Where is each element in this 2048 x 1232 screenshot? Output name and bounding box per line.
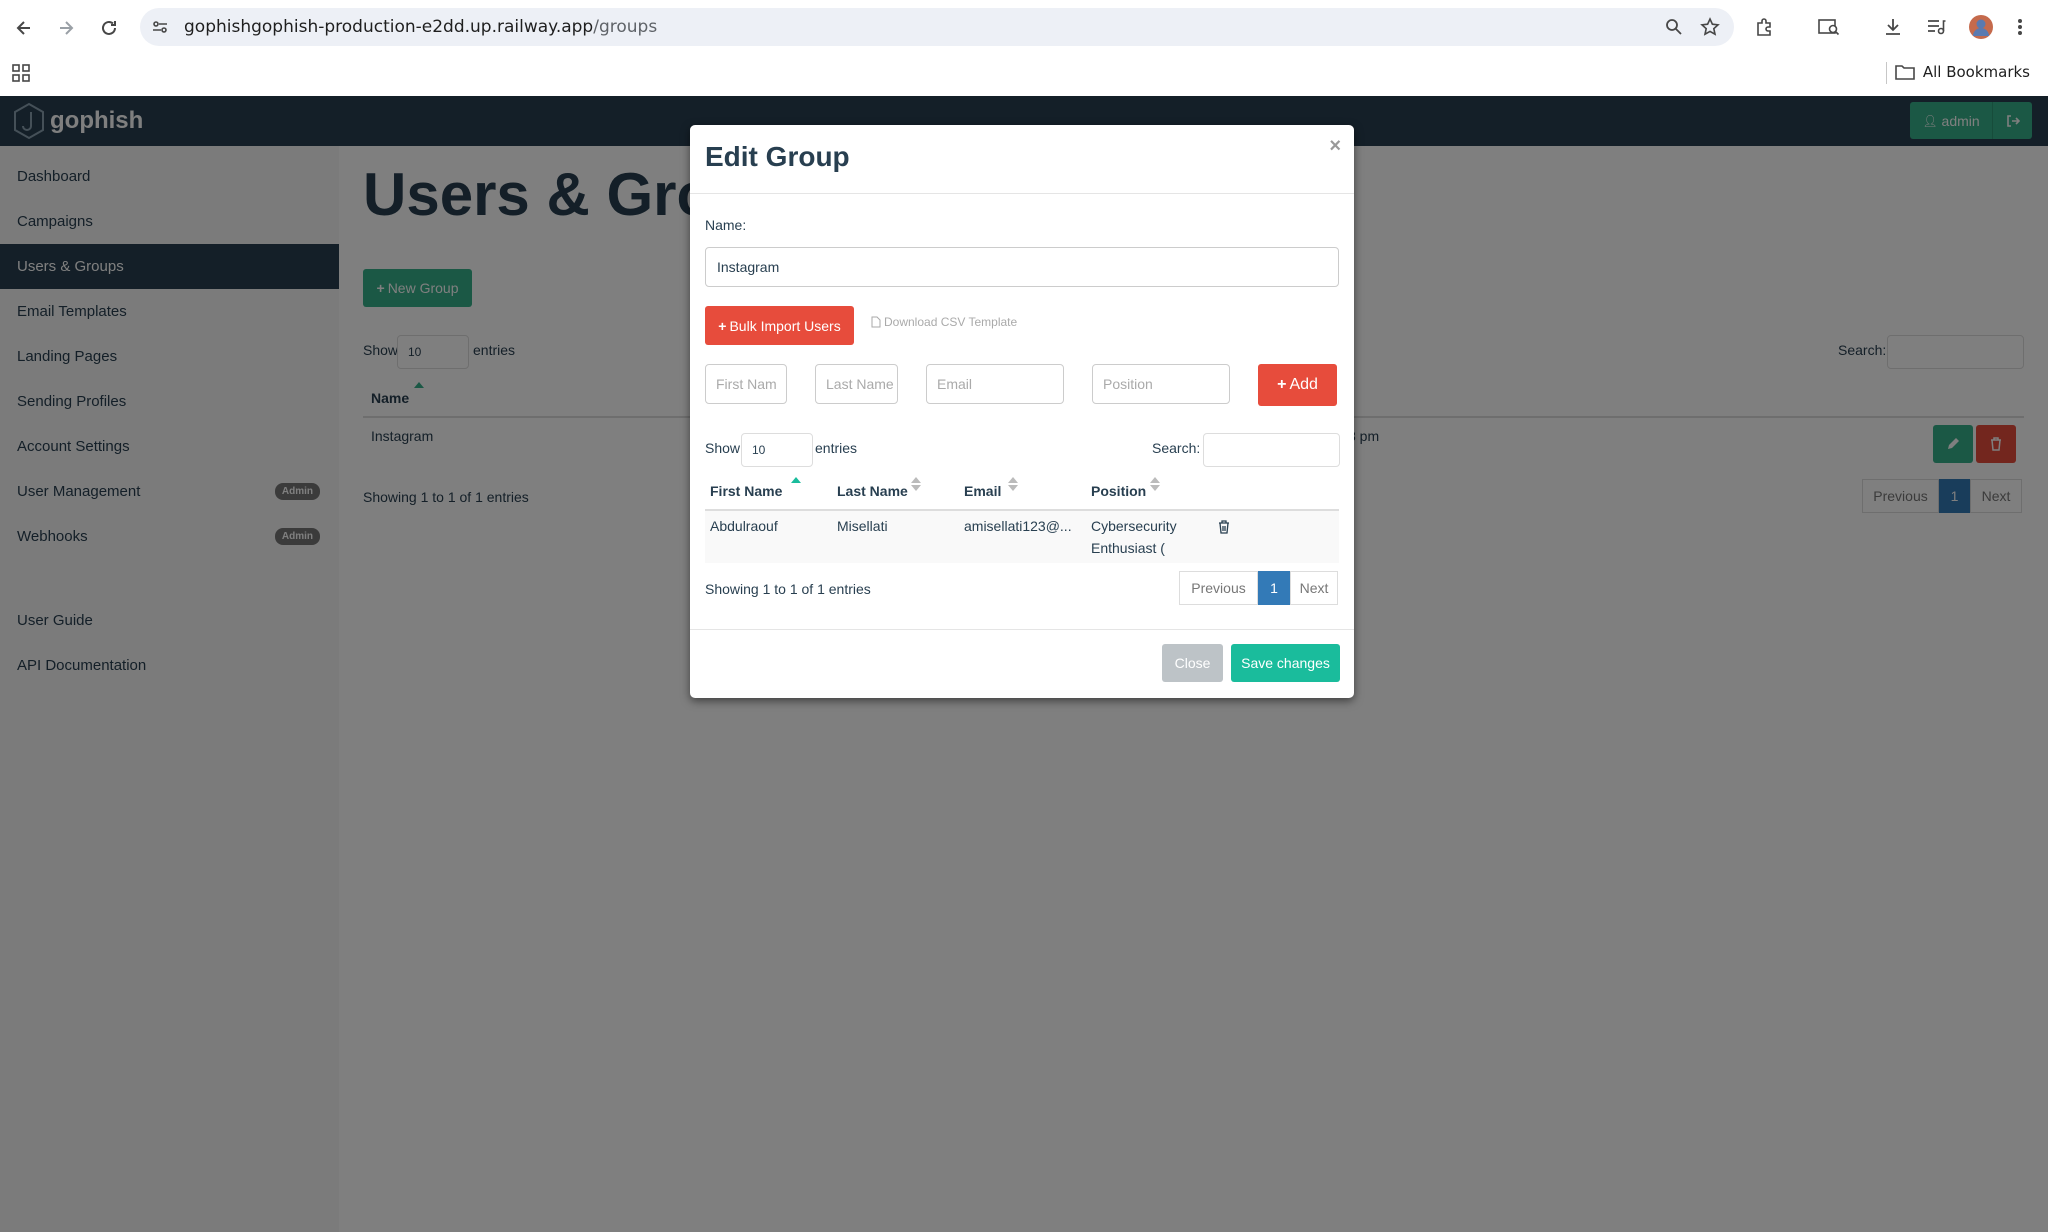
cell-first-name: Abdulraouf bbox=[710, 518, 778, 534]
all-bookmarks-label: All Bookmarks bbox=[1922, 63, 2030, 81]
download-csv-label: Download CSV Template bbox=[884, 315, 1018, 329]
modal-close-icon[interactable]: × bbox=[1329, 135, 1341, 158]
modal-show-label: Show bbox=[705, 440, 741, 456]
bookmark-star-icon[interactable] bbox=[1699, 16, 1721, 38]
cell-email: amisellati123@... bbox=[964, 518, 1072, 534]
edit-group-modal: Edit Group × Name: Instagram + Bulk Impor… bbox=[690, 125, 1354, 698]
all-bookmarks[interactable]: All Bookmarks bbox=[1895, 63, 2030, 81]
file-icon bbox=[871, 316, 881, 328]
sort-asc-icon bbox=[791, 477, 801, 483]
url-text: gophishgophish-production-e2dd.up.railwa… bbox=[184, 17, 657, 37]
media-control-icon[interactable] bbox=[1923, 14, 1949, 40]
bulk-import-label: Bulk Import Users bbox=[729, 317, 841, 334]
plus-icon: + bbox=[718, 317, 727, 334]
add-label: Add bbox=[1289, 376, 1318, 393]
tab-search-icon[interactable] bbox=[1816, 14, 1842, 40]
modal-previous-page-button[interactable]: Previous bbox=[1179, 571, 1258, 605]
column-header-last-name[interactable]: Last Name bbox=[837, 483, 908, 499]
modal-page-1-button[interactable]: 1 bbox=[1258, 571, 1290, 605]
profile-avatar[interactable] bbox=[1966, 12, 1996, 42]
modal-entries-label: entries bbox=[815, 440, 858, 456]
group-name-input[interactable]: Instagram bbox=[705, 247, 1339, 287]
plus-icon: + bbox=[1277, 376, 1287, 393]
modal-title: Edit Group bbox=[705, 141, 850, 172]
column-header-position[interactable]: Position bbox=[1091, 483, 1146, 499]
address-bar[interactable]: gophishgophish-production-e2dd.up.railwa… bbox=[140, 8, 1734, 46]
position-input[interactable]: Position bbox=[1092, 364, 1230, 404]
bookmarks-divider bbox=[1886, 62, 1887, 84]
browser-chrome: gophishgophish-production-e2dd.up.railwa… bbox=[0, 0, 2048, 96]
cell-position-line1: Cybersecurity bbox=[1091, 518, 1177, 534]
save-changes-button[interactable]: Save changes bbox=[1231, 644, 1340, 682]
email-input[interactable]: Email bbox=[926, 364, 1064, 404]
bulk-import-button[interactable]: + Bulk Import Users bbox=[705, 306, 854, 345]
name-label: Name: bbox=[705, 217, 747, 233]
download-csv-link[interactable]: Download CSV Template bbox=[871, 315, 1017, 329]
close-button[interactable]: Close bbox=[1162, 644, 1223, 682]
url-host: gophishgophish-production-e2dd.up.railwa… bbox=[184, 17, 594, 37]
forward-icon[interactable] bbox=[52, 14, 80, 42]
url-path: /groups bbox=[593, 17, 658, 37]
download-icon[interactable] bbox=[1880, 14, 1906, 40]
first-name-input[interactable]: First Nam bbox=[705, 364, 787, 404]
modal-search-label: Search: bbox=[1152, 440, 1201, 456]
modal-entries-select[interactable]: 10 bbox=[741, 433, 813, 467]
cell-position-line2: Enthusiast ( bbox=[1091, 540, 1165, 556]
modal-pagination: Previous 1 Next bbox=[1179, 571, 1338, 605]
table-row: Abdulraouf Misellati amisellati123@... C… bbox=[705, 509, 1339, 563]
delete-user-icon[interactable] bbox=[1218, 520, 1230, 534]
modal-footer-divider bbox=[690, 629, 1354, 630]
back-icon[interactable] bbox=[10, 14, 38, 42]
column-header-email[interactable]: Email bbox=[964, 483, 1001, 499]
extensions-icon[interactable] bbox=[1752, 14, 1778, 40]
last-name-input[interactable]: Last Name bbox=[815, 364, 898, 404]
apps-grid-icon[interactable] bbox=[10, 62, 32, 84]
modal-search-input[interactable] bbox=[1203, 433, 1340, 467]
folder-icon bbox=[1895, 65, 1915, 80]
sort-both-icon bbox=[1150, 477, 1160, 491]
modal-header-divider bbox=[690, 193, 1354, 194]
column-header-first-name[interactable]: First Name bbox=[710, 483, 782, 499]
cell-last-name: Misellati bbox=[837, 518, 888, 534]
add-user-button[interactable]: + Add bbox=[1258, 364, 1337, 406]
zoom-icon[interactable] bbox=[1664, 17, 1684, 37]
sort-both-icon bbox=[1008, 477, 1018, 491]
modal-next-page-button[interactable]: Next bbox=[1290, 571, 1338, 605]
sort-both-icon bbox=[911, 477, 921, 491]
site-settings-icon[interactable] bbox=[150, 17, 170, 37]
reload-icon[interactable] bbox=[95, 14, 123, 42]
modal-table-info: Showing 1 to 1 of 1 entries bbox=[705, 581, 871, 597]
kebab-menu-icon[interactable] bbox=[2010, 14, 2030, 40]
